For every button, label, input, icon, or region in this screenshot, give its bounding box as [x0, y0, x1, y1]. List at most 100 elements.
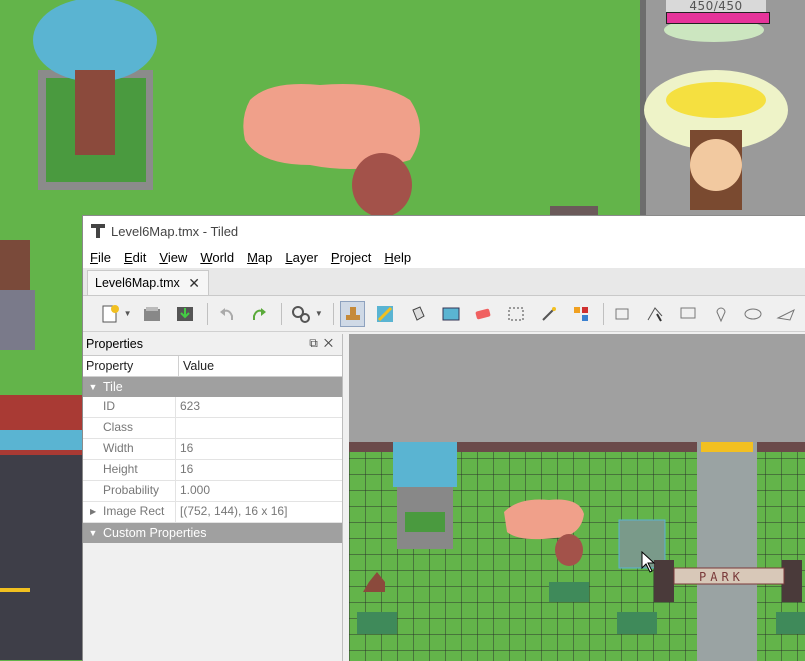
select-same-tile-icon	[574, 306, 589, 321]
open-file-button[interactable]	[140, 301, 166, 327]
property-value[interactable]: 1.000	[176, 481, 210, 501]
insert-ellipse-button[interactable]	[741, 301, 767, 327]
tiled-window: Level6Map.tmx - Tiled File Edit View Wor…	[82, 215, 805, 661]
insert-polygon-button[interactable]	[773, 301, 799, 327]
menu-project[interactable]: Project	[324, 250, 377, 265]
property-name: Width	[83, 439, 176, 459]
commands-dropdown-icon[interactable]: ▼	[315, 309, 323, 318]
property-name: Image Rect	[103, 504, 165, 518]
bucket-fill-icon	[412, 305, 425, 321]
menu-world[interactable]: World	[193, 250, 240, 265]
edit-polygons-button[interactable]	[643, 301, 669, 327]
properties-panel-header: Properties ⧉✕	[83, 334, 342, 354]
magic-wand-button[interactable]	[536, 301, 562, 327]
group-custom-label: Custom Properties	[103, 526, 207, 540]
edit-polygons-icon	[648, 306, 663, 321]
undo-icon	[219, 307, 233, 320]
insert-point-button[interactable]	[708, 301, 734, 327]
property-row[interactable]: ID 623	[83, 397, 342, 418]
select-objects-icon	[615, 308, 629, 319]
map-scene: PARK	[349, 442, 805, 661]
property-name: Class	[83, 418, 176, 438]
property-name-image-rect: ▶ Image Rect	[83, 502, 176, 522]
property-row[interactable]: Width 16	[83, 439, 342, 460]
property-value: 16	[180, 462, 194, 476]
property-name: ID	[83, 397, 176, 417]
health-counter: 450/450	[666, 0, 766, 12]
tile-map-canvas[interactable]: PARK	[349, 442, 805, 661]
eraser-icon	[475, 308, 491, 319]
rectangle-select-icon	[508, 307, 524, 320]
rect-select-button[interactable]	[503, 301, 529, 327]
property-name: Probability	[83, 481, 176, 501]
collapse-arrow-icon: ▼	[88, 528, 98, 538]
open-file-icon	[144, 306, 161, 321]
stamp-icon	[345, 306, 360, 320]
save-button[interactable]	[172, 301, 198, 327]
map-view[interactable]: PARK	[349, 334, 805, 661]
properties-panel-title: Properties	[86, 337, 143, 351]
group-custom-properties[interactable]: ▼ Custom Properties	[83, 523, 342, 543]
tiled-app-icon	[91, 224, 105, 238]
toolbar-divider	[603, 302, 604, 325]
property-value[interactable]	[176, 418, 180, 438]
insert-ellipse-icon	[744, 308, 762, 319]
insert-rectangle-icon	[680, 307, 696, 318]
property-value: [(752, 144), 16 x 16]	[180, 504, 288, 518]
property-row[interactable]: Probability 1.000	[83, 481, 342, 502]
menu-view[interactable]: View	[152, 250, 193, 265]
select-objects-button[interactable]	[610, 301, 636, 327]
properties-table: Property Value ▼ Tile ID 623 Class Width…	[83, 355, 342, 543]
insert-point-icon	[716, 307, 726, 322]
new-file-button[interactable]	[97, 301, 123, 327]
window-title: Level6Map.tmx - Tiled	[111, 223, 239, 239]
toolbar-divider	[332, 302, 334, 325]
map-empty-area	[349, 334, 805, 442]
menu-edit[interactable]: Edit	[117, 250, 152, 265]
main-toolbar: ▼ ▼	[83, 296, 805, 332]
property-row[interactable]: Height 16	[83, 460, 342, 481]
eraser-button[interactable]	[470, 301, 496, 327]
expand-arrow-icon[interactable]: ▶	[90, 502, 96, 521]
commands-button[interactable]	[288, 301, 314, 327]
terrain-brush-button[interactable]	[372, 301, 398, 327]
group-tile-label: Tile	[103, 380, 123, 394]
tab-level6map[interactable]: Level6Map.tmx ✕	[87, 270, 209, 295]
menu-help[interactable]: Help	[377, 250, 417, 265]
properties-table-header: Property Value	[83, 356, 342, 377]
properties-panel: Properties ⧉✕ Property Value ▼ Tile ID 6…	[83, 334, 343, 661]
insert-polygon-icon	[776, 308, 796, 321]
property-row[interactable]: ▶ Image Rect [(752, 144), 16 x 16]	[83, 502, 342, 523]
shape-fill-button[interactable]	[438, 301, 464, 327]
group-tile[interactable]: ▼ Tile	[83, 377, 342, 397]
collapse-arrow-icon: ▼	[88, 382, 98, 392]
menu-layer[interactable]: Layer	[278, 250, 324, 265]
bucket-fill-button[interactable]	[405, 301, 431, 327]
col-value[interactable]: Value	[179, 356, 214, 376]
new-file-icon	[102, 304, 119, 322]
insert-rectangle-button[interactable]	[675, 301, 701, 327]
property-value: 16	[180, 441, 194, 455]
shape-fill-icon	[442, 307, 460, 320]
stamp-brush-button[interactable]	[339, 300, 366, 327]
toolbar-divider	[281, 302, 283, 325]
tab-label: Level6Map.tmx	[95, 276, 180, 290]
select-same-tile-button[interactable]	[568, 301, 594, 327]
redo-button[interactable]	[247, 301, 273, 327]
property-row[interactable]: Class	[83, 418, 342, 439]
property-name: Height	[83, 460, 176, 480]
terrain-brush-icon	[377, 305, 394, 322]
park-sign-text: PARK	[699, 570, 744, 584]
menu-map[interactable]: Map	[240, 250, 278, 265]
title-bar: Level6Map.tmx - Tiled	[83, 216, 805, 246]
property-value: 623	[180, 399, 201, 413]
redo-icon	[253, 307, 267, 320]
save-icon	[177, 306, 194, 321]
undo-button[interactable]	[214, 301, 240, 327]
float-panel-icon[interactable]: ⧉	[309, 336, 324, 350]
close-panel-icon[interactable]: ✕	[324, 336, 339, 350]
menu-file[interactable]: File	[83, 250, 117, 265]
tab-close-icon[interactable]: ✕	[188, 275, 200, 292]
col-property[interactable]: Property	[83, 356, 179, 376]
new-dropdown-icon[interactable]: ▼	[124, 309, 132, 318]
